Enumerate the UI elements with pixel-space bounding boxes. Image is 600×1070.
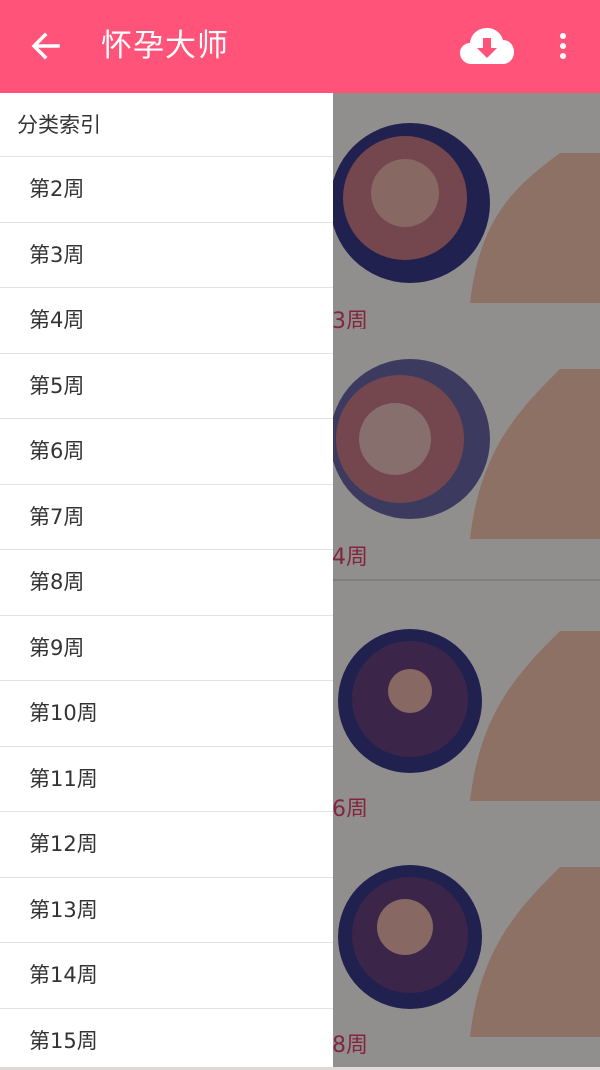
- download-button[interactable]: [458, 24, 516, 68]
- cloud-download-icon: [460, 28, 514, 64]
- drawer-item-week-8[interactable]: 第8周: [0, 550, 333, 616]
- drawer-item-week-10[interactable]: 第10周: [0, 681, 333, 747]
- drawer-item-week-2[interactable]: 第2周: [0, 157, 333, 223]
- category-drawer: 分类索引 第2周 第3周 第4周 第5周 第6周 第7周 第8周 第9周 第10…: [0, 93, 333, 1067]
- drawer-item-week-5[interactable]: 第5周: [0, 354, 333, 419]
- back-button[interactable]: [26, 26, 66, 66]
- drawer-item-week-4[interactable]: 第4周: [0, 288, 333, 354]
- page-title: 怀孕大师: [101, 28, 229, 64]
- drawer-item-week-7[interactable]: 第7周: [0, 485, 333, 550]
- drawer-item-week-9[interactable]: 第9周: [0, 616, 333, 681]
- drawer-item-week-11[interactable]: 第11周: [0, 747, 333, 812]
- drawer-item-week-6[interactable]: 第6周: [0, 419, 333, 485]
- app-bar: 怀孕大师: [0, 0, 600, 93]
- drawer-header: 分类索引: [0, 93, 333, 157]
- drawer-item-week-3[interactable]: 第3周: [0, 223, 333, 288]
- drawer-item-week-12[interactable]: 第12周: [0, 812, 333, 878]
- drawer-item-week-14[interactable]: 第14周: [0, 943, 333, 1009]
- arrow-back-icon: [31, 32, 60, 60]
- more-vert-icon: [560, 33, 566, 59]
- more-options-button[interactable]: [548, 26, 578, 66]
- drawer-item-week-15[interactable]: 第15周: [0, 1009, 333, 1068]
- drawer-item-week-13[interactable]: 第13周: [0, 878, 333, 943]
